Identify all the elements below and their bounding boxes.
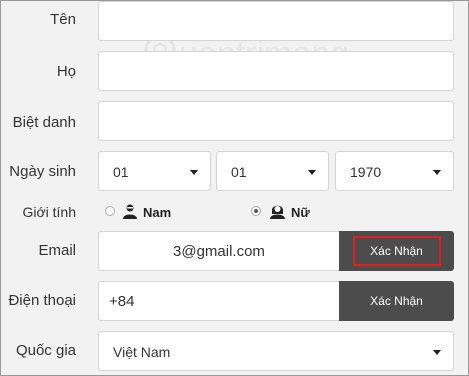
female-user-icon [270,205,285,219]
email-label: Email [38,242,76,259]
birthday-day-select[interactable]: 01 [98,151,211,191]
birthday-year-select[interactable]: 1970 [335,151,454,191]
first-name-label: Tên [50,11,76,28]
country-value: Việt Nam [113,344,171,360]
birthday-day-value: 01 [113,164,129,180]
chevron-down-icon [308,170,316,175]
registration-form: uantrimang Tên Họ Biệt danh Ngày sinh 01… [0,0,469,376]
birthday-month-select[interactable]: 01 [216,151,329,191]
gender-female-label: Nữ [291,205,310,220]
nickname-field[interactable] [98,101,454,141]
phone-confirm-label: Xác Nhận [370,294,423,308]
email-value: 3@gmail.com [173,243,265,260]
phone-confirm-button[interactable]: Xác Nhận [339,281,454,321]
chevron-down-icon [190,170,198,175]
male-user-icon [123,204,137,219]
email-confirm-button[interactable]: Xác Nhận [339,231,454,271]
chevron-down-icon [433,170,441,175]
gender-male-label: Nam [143,205,172,220]
chevron-down-icon [433,350,441,355]
birthday-month-value: 01 [231,164,247,180]
phone-value: +84 [109,293,135,310]
last-name-label: Họ [56,63,76,80]
gender-male-radio[interactable] [105,206,115,216]
first-name-field[interactable] [98,1,454,41]
gender-label: Giới tính [22,204,76,220]
phone-label: Điện thoại [8,292,76,309]
country-label: Quốc gia [15,342,76,359]
country-select[interactable]: Việt Nam [98,331,454,371]
last-name-field[interactable] [98,51,454,91]
email-confirm-label: Xác Nhận [370,244,423,258]
birthday-year-value: 1970 [350,164,382,180]
email-confirm-highlight: Xác Nhận [352,236,441,266]
nickname-label: Biệt danh [12,114,76,131]
gender-female-radio[interactable] [251,206,261,216]
birthday-label: Ngày sinh [9,163,76,180]
